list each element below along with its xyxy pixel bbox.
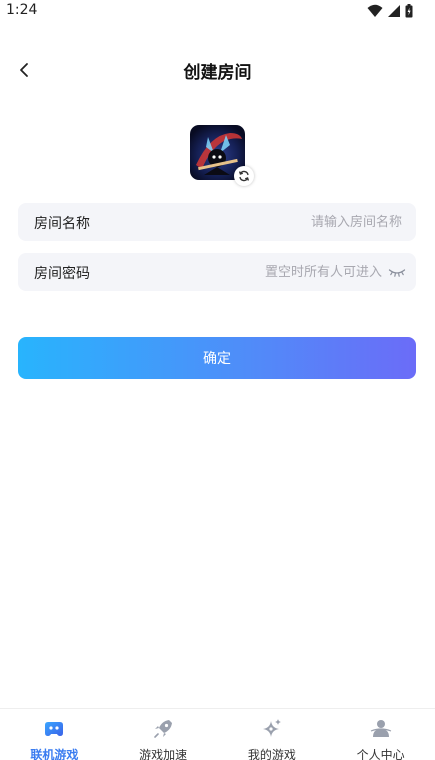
refresh-cover-button[interactable]	[234, 166, 254, 186]
nav-label: 游戏加速	[139, 748, 188, 760]
nav-label: 联机游戏	[30, 748, 79, 760]
refresh-icon	[238, 170, 250, 182]
nav-item-profile[interactable]: 个人中心	[326, 709, 435, 760]
room-name-label: 房间名称	[34, 216, 90, 232]
game-cover[interactable]	[190, 125, 254, 186]
nav-item-game-boost[interactable]: 游戏加速	[109, 709, 218, 760]
battery-icon	[405, 4, 413, 18]
room-name-row: 房间名称	[18, 203, 416, 241]
header: 创建房间	[0, 48, 435, 92]
wifi-icon	[367, 4, 383, 17]
nav-item-online-games[interactable]: 联机游戏	[0, 709, 109, 760]
nav-item-my-games[interactable]: 我的游戏	[218, 709, 327, 760]
bottom-nav: 联机游戏 游戏加速 我的游戏 个人中心	[0, 708, 435, 760]
room-password-label: 房间密码	[34, 266, 90, 282]
page-title: 创建房间	[183, 63, 252, 83]
room-password-row: 房间密码	[18, 253, 416, 291]
confirm-button[interactable]: 确定	[18, 337, 416, 379]
status-time: 1:24	[6, 2, 38, 18]
person-icon	[370, 718, 392, 740]
gamepad-icon	[43, 718, 65, 740]
nav-label: 个人中心	[356, 748, 405, 760]
sparkle-icon	[261, 718, 283, 740]
signal-icon	[388, 5, 400, 17]
nav-label: 我的游戏	[247, 748, 296, 760]
room-password-input[interactable]	[162, 259, 382, 285]
rocket-icon	[152, 718, 174, 740]
status-bar: 1:24	[0, 0, 435, 24]
status-icons	[367, 4, 413, 18]
room-name-input[interactable]	[182, 209, 402, 235]
toggle-password-visibility-button[interactable]	[388, 264, 406, 278]
eye-closed-icon	[388, 269, 406, 277]
